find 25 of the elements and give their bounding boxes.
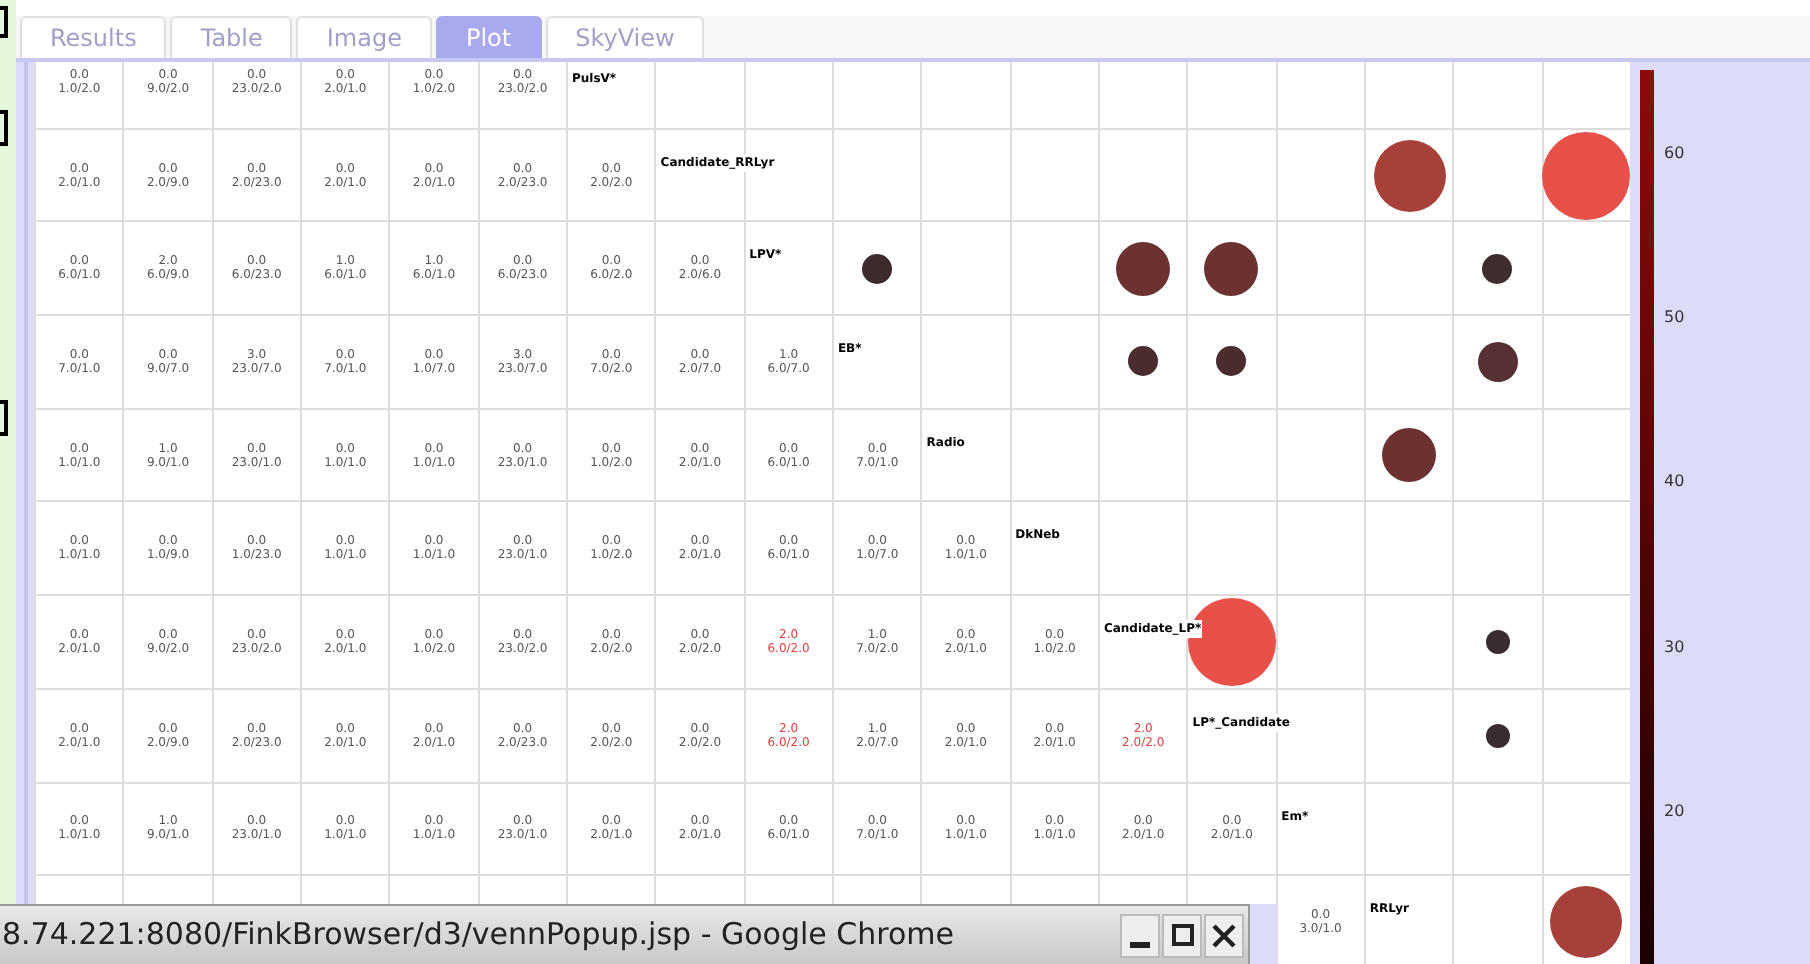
maximize-icon xyxy=(1171,924,1193,946)
tab[interactable]: SkyView xyxy=(545,16,705,58)
colorbar-tick-label: 30 xyxy=(1664,635,1685,660)
tab[interactable]: Image xyxy=(296,16,432,58)
colorbar-tick-label: 20 xyxy=(1664,799,1685,824)
tab[interactable]: Results xyxy=(20,16,167,58)
window-title: 8.74.221:8080/FinkBrowser/d3/vennPopup.jsp - Google Chrome xyxy=(0,914,955,957)
table-cell xyxy=(1011,129,1100,223)
colorbar-tick-label: 40 xyxy=(1664,470,1685,495)
colorbar-tick-label: 60 xyxy=(1664,142,1685,166)
tab[interactable]: Plot xyxy=(435,16,542,58)
checkbox-edge-icon xyxy=(0,6,8,38)
checkbox-edge-icon xyxy=(0,400,8,436)
colorbar-tick-label: 50 xyxy=(1664,306,1685,331)
close-button[interactable] xyxy=(1204,913,1244,957)
table-cell xyxy=(1277,502,1366,597)
close-icon xyxy=(1212,923,1236,947)
table-cell xyxy=(1543,502,1630,597)
table-cell xyxy=(1543,409,1630,503)
minimize-button[interactable] xyxy=(1120,913,1160,957)
minimize-icon xyxy=(1130,941,1150,947)
maximize-button[interactable] xyxy=(1162,913,1202,957)
checkbox-edge-icon xyxy=(0,110,8,146)
table-cell xyxy=(922,129,1012,223)
tab[interactable]: Table xyxy=(170,16,293,58)
